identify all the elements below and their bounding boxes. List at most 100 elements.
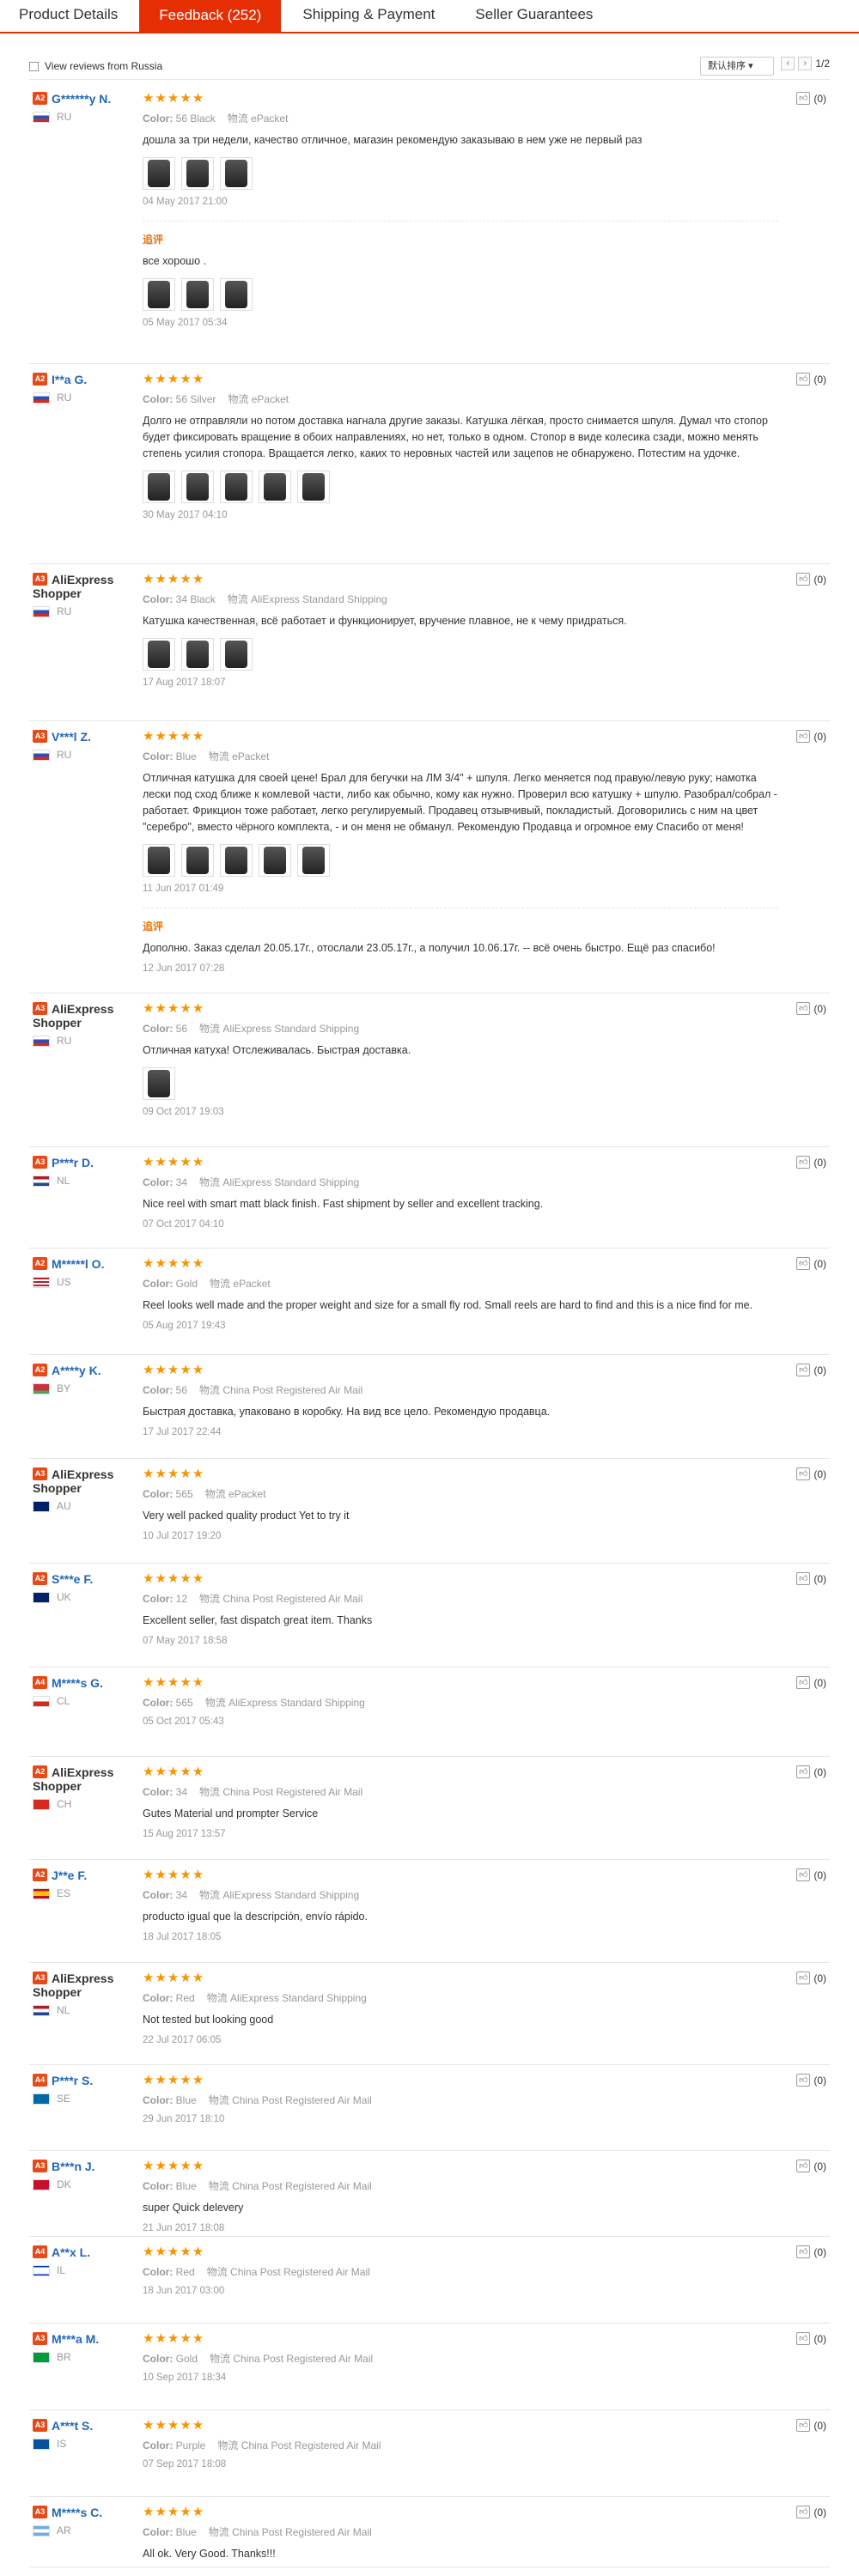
reviewer-name[interactable]: B***n J. bbox=[52, 2160, 95, 2173]
thumbs-up-icon[interactable]: 👍︎ bbox=[796, 1002, 811, 1015]
helpful-vote[interactable]: 👍︎ (0) bbox=[796, 1676, 826, 1689]
reviewer-name[interactable]: I**a G. bbox=[52, 373, 87, 386]
thumbs-up-icon[interactable]: 👍︎ bbox=[796, 2160, 811, 2172]
thumbs-up-icon[interactable]: 👍︎ bbox=[796, 1676, 811, 1689]
buyer-level-badge: A4 bbox=[33, 1676, 47, 1689]
review-photo-thumbnail[interactable] bbox=[259, 471, 291, 503]
review-photo-thumbnail[interactable] bbox=[143, 638, 175, 671]
review-photo-thumbnail[interactable] bbox=[181, 278, 214, 311]
review-photo-thumbnail[interactable] bbox=[220, 157, 253, 190]
thumbs-up-icon[interactable]: 👍︎ bbox=[796, 1467, 811, 1480]
review-photo-thumbnail[interactable] bbox=[181, 157, 214, 190]
reviewer-name[interactable]: M*****l O. bbox=[52, 1257, 104, 1271]
reviewer-name[interactable]: J**e F. bbox=[52, 1868, 87, 1882]
thumbs-up-icon[interactable]: 👍︎ bbox=[796, 573, 811, 586]
review-photo-thumbnail[interactable] bbox=[297, 471, 330, 503]
prev-page-icon[interactable]: ‹ bbox=[781, 57, 795, 70]
thumbs-up-icon[interactable]: 👍︎ bbox=[796, 1868, 811, 1881]
helpful-vote[interactable]: 👍︎ (0) bbox=[796, 1467, 826, 1480]
reviewer-name[interactable]: A***t S. bbox=[52, 2419, 93, 2433]
review-photo-thumbnail[interactable] bbox=[143, 471, 175, 503]
review-photo-thumbnail[interactable] bbox=[259, 844, 291, 877]
review-photo-thumbnail[interactable] bbox=[143, 1067, 175, 1100]
review-meta: Color: 56 Black 物流 ePacket bbox=[143, 111, 778, 125]
rating-stars: ★★★★★ bbox=[143, 1155, 205, 1170]
helpful-vote[interactable]: 👍︎ (0) bbox=[796, 2419, 826, 2432]
thumbs-up-icon[interactable]: 👍︎ bbox=[796, 1156, 811, 1169]
tab-seller-guarantees[interactable]: Seller Guarantees bbox=[456, 0, 612, 32]
helpful-count: (0) bbox=[813, 2245, 826, 2258]
reviewer-name[interactable]: P***r S. bbox=[52, 2074, 93, 2087]
thumbs-up-icon[interactable]: 👍︎ bbox=[796, 2332, 811, 2345]
reviewer-name[interactable]: M***a M. bbox=[52, 2332, 99, 2346]
helpful-vote[interactable]: 👍︎ (0) bbox=[796, 1572, 826, 1585]
helpful-vote[interactable]: 👍︎ (0) bbox=[796, 1002, 826, 1015]
reviewer-name[interactable]: M****s C. bbox=[52, 2506, 102, 2519]
country-flag-icon bbox=[33, 2178, 50, 2190]
thumbs-up-icon[interactable]: 👍︎ bbox=[796, 730, 811, 743]
reviewer-name[interactable]: P***r D. bbox=[52, 1156, 94, 1170]
thumbs-up-icon[interactable]: 👍︎ bbox=[796, 2419, 811, 2432]
reviewer-name[interactable]: G******y N. bbox=[52, 92, 111, 106]
helpful-vote[interactable]: 👍︎ (0) bbox=[796, 2074, 826, 2087]
helpful-vote[interactable]: 👍︎ (0) bbox=[796, 2160, 826, 2172]
review-photo-thumbnail[interactable] bbox=[143, 157, 175, 190]
thumbs-up-icon[interactable]: 👍︎ bbox=[796, 1572, 811, 1585]
sort-dropdown[interactable]: 默认排序 ▾ bbox=[700, 57, 774, 76]
review-photo-thumbnail[interactable] bbox=[143, 278, 175, 311]
color-label: Color: bbox=[143, 1176, 174, 1188]
helpful-vote[interactable]: 👍︎ (0) bbox=[796, 373, 826, 386]
helpful-vote[interactable]: 👍︎ (0) bbox=[796, 1765, 826, 1778]
reviewer-info: A3 M***a M. BR bbox=[33, 2332, 140, 2363]
rating-stars: ★★★★★ bbox=[143, 1868, 205, 1882]
helpful-vote[interactable]: 👍︎ (0) bbox=[796, 573, 826, 586]
reviewer-name[interactable]: M****s G. bbox=[52, 1676, 103, 1690]
review-photo-thumbnail[interactable] bbox=[181, 471, 214, 503]
shipping-info: 物流 AliExpress Standard Shipping bbox=[199, 1023, 359, 1035]
review-photo-thumbnail[interactable] bbox=[143, 844, 175, 877]
review-photo-thumbnail[interactable] bbox=[297, 844, 330, 877]
thumbs-up-icon[interactable]: 👍︎ bbox=[796, 1765, 811, 1778]
thumbs-up-icon[interactable]: 👍︎ bbox=[796, 373, 811, 386]
shipping-label: 物流 bbox=[208, 750, 229, 762]
reviewer-name[interactable]: S***e F. bbox=[52, 1572, 93, 1586]
review-photo-thumbnail[interactable] bbox=[220, 471, 253, 503]
review-photo-thumbnail[interactable] bbox=[181, 638, 214, 671]
helpful-vote[interactable]: 👍︎ (0) bbox=[796, 2332, 826, 2345]
review-photo-thumbnail[interactable] bbox=[220, 638, 253, 671]
filter-checkbox[interactable] bbox=[29, 61, 39, 71]
shipping-info: 物流 AliExpress Standard Shipping bbox=[199, 1176, 359, 1188]
thumbs-up-icon[interactable]: 👍︎ bbox=[796, 2074, 811, 2087]
reviewer-info: A2 J**e F. ES bbox=[33, 1868, 140, 1899]
reviewer-name[interactable]: A****y K. bbox=[52, 1364, 101, 1377]
helpful-vote[interactable]: 👍︎ (0) bbox=[796, 1868, 826, 1881]
tab-shipping-payment[interactable]: Shipping & Payment bbox=[283, 0, 454, 32]
thumbs-up-icon[interactable]: 👍︎ bbox=[796, 1971, 811, 1984]
helpful-vote[interactable]: 👍︎ (0) bbox=[796, 92, 826, 105]
helpful-count: (0) bbox=[813, 1971, 826, 1984]
thumbs-up-icon[interactable]: 👍︎ bbox=[796, 2506, 811, 2518]
helpful-vote[interactable]: 👍︎ (0) bbox=[796, 730, 826, 743]
helpful-vote[interactable]: 👍︎ (0) bbox=[796, 1257, 826, 1270]
helpful-vote[interactable]: 👍︎ (0) bbox=[796, 1364, 826, 1376]
helpful-vote[interactable]: 👍︎ (0) bbox=[796, 2245, 826, 2258]
helpful-vote[interactable]: 👍︎ (0) bbox=[796, 2506, 826, 2518]
thumbs-up-icon[interactable]: 👍︎ bbox=[796, 1257, 811, 1270]
rating-stars: ★★★★★ bbox=[143, 2159, 205, 2173]
country-code: AR bbox=[57, 2524, 71, 2537]
review-photo-thumbnail[interactable] bbox=[181, 844, 214, 877]
tab-feedback[interactable]: Feedback (252) bbox=[139, 0, 282, 32]
reviewer-name[interactable]: A**x L. bbox=[52, 2245, 90, 2259]
tab-product-details[interactable]: Product Details bbox=[0, 0, 137, 32]
review-photo-thumbnail[interactable] bbox=[220, 278, 253, 311]
thumbs-up-icon[interactable]: 👍︎ bbox=[796, 1364, 811, 1376]
thumbs-up-icon[interactable]: 👍︎ bbox=[796, 92, 811, 105]
color-value: 56 bbox=[175, 1023, 188, 1035]
thumbs-up-icon[interactable]: 👍︎ bbox=[796, 2245, 811, 2258]
country-code: CH bbox=[57, 1798, 72, 1810]
reviewer-name[interactable]: V***l Z. bbox=[52, 730, 91, 744]
next-page-icon[interactable]: › bbox=[798, 57, 813, 70]
review-photo-thumbnail[interactable] bbox=[220, 844, 253, 877]
helpful-vote[interactable]: 👍︎ (0) bbox=[796, 1971, 826, 1984]
helpful-vote[interactable]: 👍︎ (0) bbox=[796, 1156, 826, 1169]
